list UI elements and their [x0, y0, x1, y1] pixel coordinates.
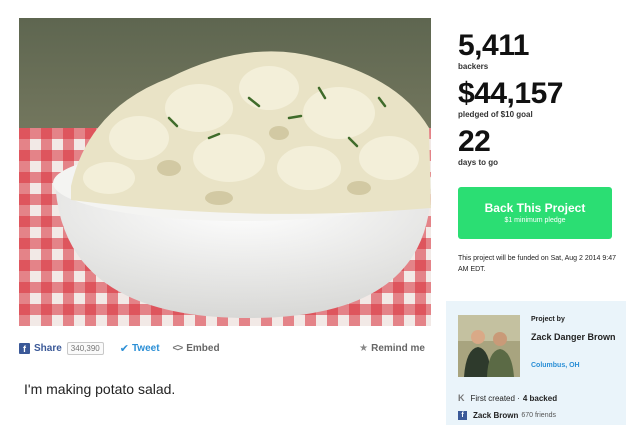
remind-me-button[interactable]: ★ Remind me	[359, 343, 425, 354]
facebook-share-button[interactable]: f Share 340,390	[19, 341, 104, 355]
creator-name-link[interactable]: Zack Danger Brown	[531, 332, 621, 343]
creator-location-link[interactable]: Columbus, OH	[531, 362, 580, 369]
tweet-button[interactable]: ✔ Tweet	[120, 342, 160, 355]
share-bar: f Share 340,390 ✔ Tweet <> Embed ★ Remin…	[19, 337, 431, 359]
project-stats: 5,411 backers $44,157 pledged of $10 goa…	[458, 30, 628, 174]
back-button-sublabel: $1 minimum pledge	[504, 217, 566, 224]
potato-salad-photo	[19, 18, 431, 326]
facebook-name-link[interactable]: Zack Brown	[473, 411, 518, 420]
back-this-project-button[interactable]: Back This Project $1 minimum pledge	[458, 187, 612, 239]
backers-count: 5,411	[458, 29, 529, 62]
creator-facebook: f Zack Brown 670 friends	[458, 411, 556, 420]
tweet-label: Tweet	[131, 342, 160, 354]
star-icon: ★	[359, 342, 369, 354]
twitter-bird-icon: ✔	[119, 342, 129, 355]
share-label: Share	[34, 342, 62, 354]
backers-stat: 5,411 backers	[458, 30, 628, 72]
first-created-text: First created ·	[470, 393, 520, 403]
facebook-icon: f	[458, 411, 467, 420]
embed-label: Embed	[186, 342, 220, 354]
pledged-amount: $44,157	[458, 77, 563, 110]
creator-card: Project by Zack Danger Brown Columbus, O…	[446, 301, 626, 425]
project-blurb: I'm making potato salad.	[24, 381, 176, 397]
facebook-friends-count: 670 friends	[521, 412, 556, 419]
funding-deadline-note: This project will be funded on Sat, Aug …	[458, 255, 616, 273]
project-by-label: Project by	[531, 316, 565, 323]
code-icon: <>	[172, 342, 184, 354]
creator-photo	[458, 315, 520, 377]
days-count: 22	[458, 125, 491, 158]
days-label: days to go	[458, 158, 499, 167]
facebook-icon: f	[19, 342, 30, 354]
back-button-label: Back This Project	[484, 201, 586, 215]
pledged-stat: $44,157 pledged of $10 goal	[458, 78, 628, 120]
share-count-badge: 340,390	[66, 341, 104, 355]
backers-label: backers	[458, 62, 489, 71]
pledged-label: pledged of $10 goal	[458, 110, 533, 119]
embed-button[interactable]: <> Embed	[173, 343, 220, 354]
remind-label: Remind me	[371, 342, 425, 354]
project-hero-image[interactable]	[19, 18, 431, 326]
kickstarter-k-icon: K	[458, 393, 465, 403]
backed-count-link[interactable]: 4 backed	[523, 394, 557, 403]
days-stat: 22 days to go	[458, 126, 628, 168]
creator-history: K First created · 4 backed	[458, 393, 557, 403]
creator-avatar[interactable]	[458, 315, 520, 377]
